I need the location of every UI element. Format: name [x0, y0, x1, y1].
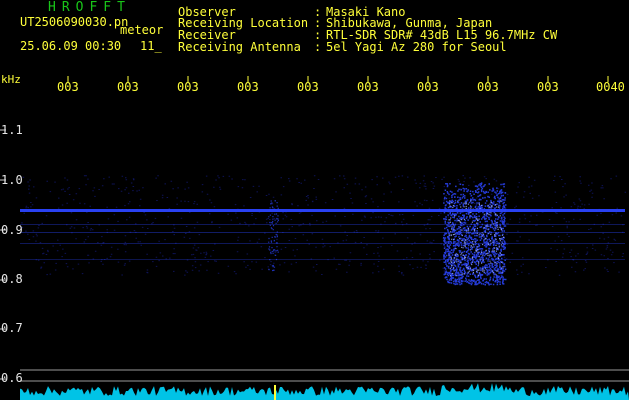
spectrogram — [0, 76, 629, 400]
count: 11_ — [140, 39, 162, 53]
meteor-echo — [443, 182, 507, 286]
freq-tick-label: 0.7 — [1, 321, 23, 335]
file-name: UT2506090030.pn — [20, 15, 129, 29]
signal-line — [20, 232, 625, 233]
time-tick-label: 003 — [357, 80, 379, 94]
freq-tick-label: 0.9 — [1, 223, 23, 237]
colon: : — [314, 40, 322, 54]
datetime: 25.06.09 00:30 — [20, 39, 122, 53]
time-tick-label: 003 — [537, 80, 559, 94]
time-tick-label: 003 — [477, 80, 499, 94]
antenna-value: 5el Yagi Az 280 for Seoul — [326, 40, 507, 54]
time-tick-label: 003 — [417, 80, 439, 94]
time-tick-label: 003 — [57, 80, 79, 94]
level-marker — [274, 385, 276, 400]
time-tick-label: 003 — [297, 80, 319, 94]
time-tick-label: 003 — [117, 80, 139, 94]
time-tick-label: 0040 — [596, 80, 625, 94]
antenna-label: Receiving Antenna — [178, 40, 301, 54]
time-tick-label: 003 — [177, 80, 199, 94]
freq-tick-label: 0.8 — [1, 272, 23, 286]
time-tick-label: 003 — [237, 80, 259, 94]
signal-line — [20, 224, 625, 225]
signal-line — [20, 259, 625, 260]
signal-line — [20, 243, 625, 244]
noise — [21, 175, 627, 276]
app-title: HROFFT — [48, 0, 131, 15]
unit-label: kHz — [1, 73, 21, 86]
carrier-line — [20, 209, 625, 212]
level-trace — [20, 383, 629, 400]
freq-tick-label: 1.0 — [1, 173, 23, 187]
mode-label: meteor — [120, 23, 164, 37]
freq-tick-label: 1.1 — [1, 123, 23, 137]
freq-tick-label: 0.6 — [1, 371, 23, 385]
